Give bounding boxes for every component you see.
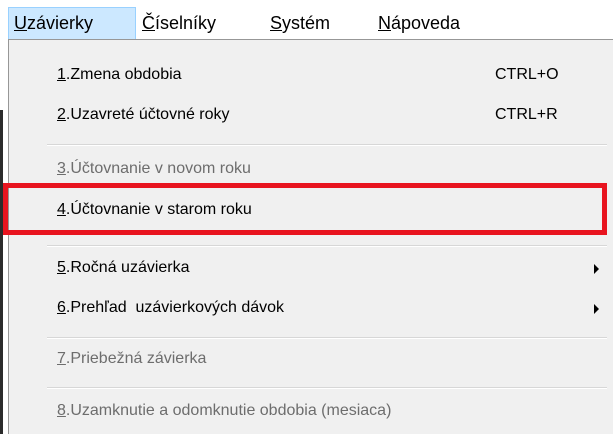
menu-item-uctovnanie-v-novom-roku[interactable]: 3.Účtovnanie v novom roku bbox=[9, 152, 613, 186]
menu-item-uzavrete-uctovne-roky[interactable]: 2.Uzavreté účtovné roky CTRL+R bbox=[9, 98, 613, 132]
menu-uzavierky-accel: U bbox=[14, 13, 27, 33]
uzavierky-dropdown-menu: 1.Zmena obdobia CTRL+O 2.Uzavreté účtovn… bbox=[8, 39, 613, 434]
menu-separator bbox=[47, 245, 607, 247]
menu-item-text: .Zmena obdobia bbox=[65, 66, 182, 83]
menu-item-number: 8 bbox=[57, 402, 66, 419]
menu-system-label: ystém bbox=[282, 13, 331, 33]
menu-napoveda[interactable]: Nápoveda bbox=[372, 7, 502, 40]
menu-item-zmena-obdobia[interactable]: 1.Zmena obdobia CTRL+O bbox=[9, 58, 613, 92]
menu-uzavierky[interactable]: Uzávierky bbox=[8, 7, 136, 40]
menu-item-prehlad-uzavierkovych-davok[interactable]: 6.Prehľad uzávierkových dávok bbox=[9, 291, 613, 325]
menu-uzavierky-label: závierky bbox=[27, 13, 94, 33]
menu-item-number: 5 bbox=[57, 259, 66, 276]
menu-item-label: 3.Účtovnanie v novom roku bbox=[57, 152, 251, 186]
menu-separator bbox=[47, 144, 607, 146]
menu-item-text: .Prehľad uzávierkových dávok bbox=[65, 299, 285, 316]
menu-ciselniky-label: íselníky bbox=[155, 13, 217, 33]
menu-item-label: 7.Priebežná závierka bbox=[57, 342, 206, 376]
menu-item-text: .Ročná uzávierka bbox=[65, 259, 190, 276]
menu-item-text: .Účtovnanie v starom roku bbox=[65, 201, 252, 218]
menu-item-priebezna-zavierka[interactable]: 7.Priebežná závierka bbox=[9, 342, 613, 376]
menu-item-shortcut: CTRL+R bbox=[495, 106, 558, 123]
submenu-arrow-icon bbox=[594, 304, 599, 314]
menu-item-number: 3 bbox=[57, 160, 66, 177]
menu-item-number: 1 bbox=[57, 66, 66, 83]
menu-system-accel: S bbox=[270, 13, 283, 33]
menu-item-rocna-uzavierka[interactable]: 5.Ročná uzávierka bbox=[9, 251, 613, 285]
menu-item-label: 5.Ročná uzávierka bbox=[57, 251, 190, 285]
menu-item-number: 2 bbox=[57, 106, 66, 123]
menu-item-label: 4.Účtovnanie v starom roku bbox=[57, 193, 252, 227]
menu-item-uzamknutie-obdobia[interactable]: 8.Uzamknutie a odomknutie obdobia (mesia… bbox=[9, 394, 613, 428]
menu-item-number: 7 bbox=[57, 350, 66, 367]
menu-item-text: .Uzavreté účtovné roky bbox=[65, 106, 230, 123]
menu-item-label: 8.Uzamknutie a odomknutie obdobia (mesia… bbox=[57, 394, 391, 428]
menu-bar: Uzávierky Číselníky Systém Nápoveda bbox=[0, 0, 613, 40]
menu-item-label: 6.Prehľad uzávierkových dávok bbox=[57, 291, 284, 325]
menu-ciselniky[interactable]: Číselníky bbox=[136, 7, 258, 40]
menu-napoveda-label: ápoveda bbox=[391, 13, 461, 33]
menu-item-number: 6 bbox=[57, 299, 66, 316]
menu-item-shortcut: CTRL+O bbox=[495, 66, 559, 83]
menu-item-text: .Priebežná závierka bbox=[65, 350, 207, 367]
submenu-arrow-icon bbox=[594, 264, 599, 274]
menu-item-text: .Účtovnanie v novom roku bbox=[65, 160, 251, 177]
menu-item-uctovnanie-v-starom-roku[interactable]: 4.Účtovnanie v starom roku bbox=[9, 193, 613, 227]
menu-system[interactable]: Systém bbox=[264, 7, 364, 40]
menu-item-number: 4 bbox=[57, 201, 66, 218]
menu-separator bbox=[47, 337, 607, 339]
menu-item-label: 1.Zmena obdobia bbox=[57, 58, 182, 92]
menu-ciselniky-accel: Č bbox=[142, 13, 155, 33]
window-left-edge bbox=[0, 110, 3, 434]
menu-separator bbox=[47, 387, 607, 389]
menu-napoveda-accel: N bbox=[378, 13, 391, 33]
menu-item-label: 2.Uzavreté účtovné roky bbox=[57, 98, 230, 132]
menu-item-text: .Uzamknutie a odomknutie obdobia (mesiac… bbox=[65, 402, 392, 419]
